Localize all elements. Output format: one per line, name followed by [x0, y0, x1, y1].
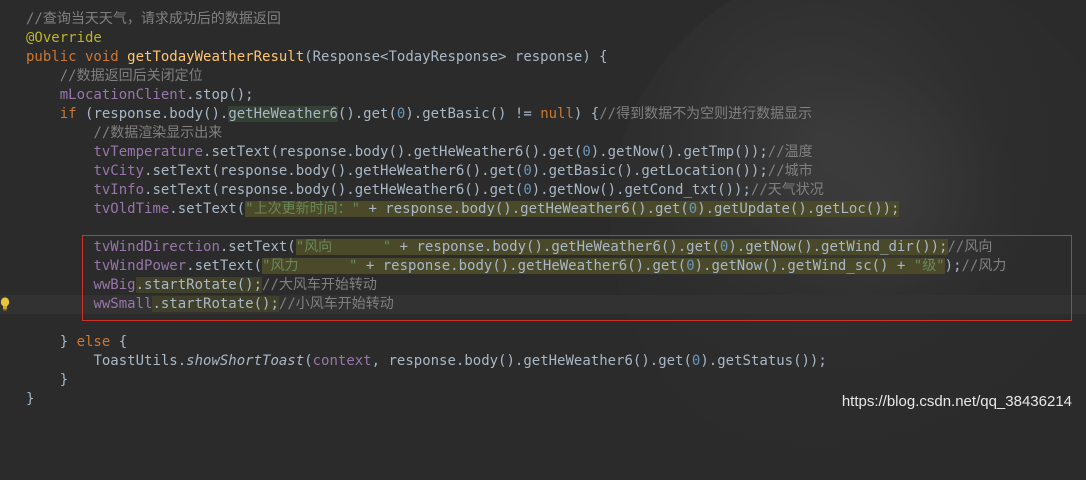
- static-method: showShortToast: [186, 353, 305, 369]
- method-name: getTodayWeatherResult: [127, 49, 305, 65]
- annotation: @Override: [26, 30, 102, 46]
- code-text: ) {: [573, 106, 600, 122]
- code-text: .stop();: [186, 87, 254, 103]
- code-text: ToastUtils.: [93, 353, 187, 369]
- code-text: .setText(response.body().getHeWeather6()…: [144, 182, 524, 198]
- number: 0: [523, 182, 532, 198]
- code-line-13: tvWindDirection.setText("风向 " + response…: [26, 238, 1006, 257]
- comment: //数据返回后关闭定位: [59, 68, 203, 84]
- code-editor[interactable]: //查询当天天气，请求成功后的数据返回 @Override public voi…: [26, 10, 1006, 409]
- code-line-9: tvCity.setText(response.body().getHeWeat…: [26, 162, 1006, 181]
- string-literal: "上次更新时间：": [245, 201, 361, 217]
- code-text: .setText(: [169, 201, 246, 217]
- field-name: tvInfo: [93, 182, 145, 198]
- code-line-4: //数据返回后关闭定位: [26, 67, 1006, 86]
- keyword: if: [59, 106, 86, 122]
- code-line-11: tvOldTime.setText("上次更新时间：" + response.b…: [26, 200, 1006, 219]
- code-line-8: tvTemperature.setText(response.body().ge…: [26, 143, 1006, 162]
- code-text: .setText(response.body().getHeWeather6()…: [144, 163, 524, 179]
- code-text: , response.body().getHeWeather6().get(: [371, 353, 692, 369]
- code-text: ).getUpdate().getLoc());: [697, 201, 900, 217]
- code-text: }: [59, 372, 69, 388]
- watermark: https://blog.csdn.net/qq_38436214: [841, 393, 1072, 410]
- comment: //天气状况: [750, 182, 824, 198]
- code-text: + response.body().getHeWeather6().get(: [391, 239, 720, 255]
- code-text: }: [59, 334, 77, 350]
- number: 0: [523, 163, 532, 179]
- code-line-18: } else {: [26, 333, 1006, 352]
- field-name: wwSmall: [93, 296, 153, 312]
- comment: //风向: [947, 239, 993, 255]
- number: 0: [688, 201, 698, 217]
- code-text: ).getNow().getWind_sc() +: [694, 258, 914, 274]
- code-text: .startRotate();: [135, 277, 263, 293]
- field-name: mLocationClient: [59, 87, 187, 103]
- code-text: ).getNow().getTmp());: [590, 144, 768, 160]
- usage-highlight: getHeWeather6: [228, 106, 338, 122]
- code-line-15: wwBig.startRotate();//大风车开始转动: [26, 276, 1006, 295]
- code-text: .setText(response.body().getHeWeather6()…: [203, 144, 583, 160]
- code-text: ).getStatus());: [700, 353, 827, 369]
- comment: //得到数据不为空则进行数据显示: [599, 106, 813, 122]
- keyword: null: [540, 106, 574, 122]
- code-text: ).getBasic() !=: [405, 106, 541, 122]
- code-line-10: tvInfo.setText(response.body().getHeWeat…: [26, 181, 1006, 200]
- code-text: ).getNow().getCond_txt());: [531, 182, 751, 198]
- code-text: + response.body().getHeWeather6().get(: [360, 201, 689, 217]
- code-text: .setText(: [186, 258, 263, 274]
- code-line-5: mLocationClient.stop();: [26, 86, 1006, 105]
- code-text: (response.body().: [85, 106, 229, 122]
- code-line-14: tvWindPower.setText("风力 " + response.bod…: [26, 257, 1006, 276]
- code-line-19: ToastUtils.showShortToast(context, respo…: [26, 352, 1006, 371]
- code-text: + response.body().getHeWeather6().get(: [357, 258, 687, 274]
- field-name: tvTemperature: [93, 144, 204, 160]
- code-line-7: //数据渲染显示出来: [26, 124, 1006, 143]
- code-line-2: @Override: [26, 29, 1006, 48]
- code-text: ().get(: [337, 106, 397, 122]
- code-line-3: public void getTodayWeatherResult(Respon…: [26, 48, 1006, 67]
- keyword: public void: [26, 49, 128, 65]
- field-name: tvOldTime: [93, 201, 170, 217]
- comment: //温度: [767, 144, 813, 160]
- number: 0: [686, 258, 695, 274]
- code-text: ).getBasic().getLocation());: [531, 163, 768, 179]
- field-name: tvWindDirection: [93, 239, 220, 255]
- comment: //城市: [767, 163, 813, 179]
- number: 0: [582, 144, 591, 160]
- code-text: ).getNow().getWind_dir());: [728, 239, 948, 255]
- code-line-16: wwSmall.startRotate();//小风车开始转动: [26, 295, 1006, 314]
- comment: //查询当天天气，请求成功后的数据返回: [26, 11, 281, 27]
- comment: //数据渲染显示出来: [93, 125, 223, 141]
- code-line-1: //查询当天天气，请求成功后的数据返回: [26, 10, 1006, 29]
- code-text: .startRotate();: [152, 296, 279, 312]
- string-literal: "风力 ": [262, 258, 358, 274]
- comment: //小风车开始转动: [278, 296, 394, 312]
- code-text: (: [304, 353, 313, 369]
- string-literal: "风向 ": [295, 239, 392, 255]
- code-text: (Response<TodayResponse> response) {: [304, 49, 608, 65]
- keyword: else: [76, 334, 111, 350]
- string-literal: "级": [913, 258, 945, 274]
- code-line-20: }: [26, 371, 1006, 390]
- code-line-6: if (response.body().getHeWeather6().get(…: [26, 105, 1006, 124]
- code-text: .setText(: [219, 239, 296, 255]
- comment: //风力: [961, 258, 1007, 274]
- field-name: tvWindPower: [93, 258, 187, 274]
- field-name: context: [312, 353, 372, 369]
- field-name: tvCity: [93, 163, 145, 179]
- code-text: );: [944, 258, 962, 274]
- code-text: }: [26, 391, 35, 407]
- comment: //大风车开始转动: [262, 277, 377, 293]
- field-name: wwBig: [93, 277, 136, 293]
- code-text: {: [110, 334, 128, 350]
- lightbulb-icon[interactable]: [0, 297, 10, 311]
